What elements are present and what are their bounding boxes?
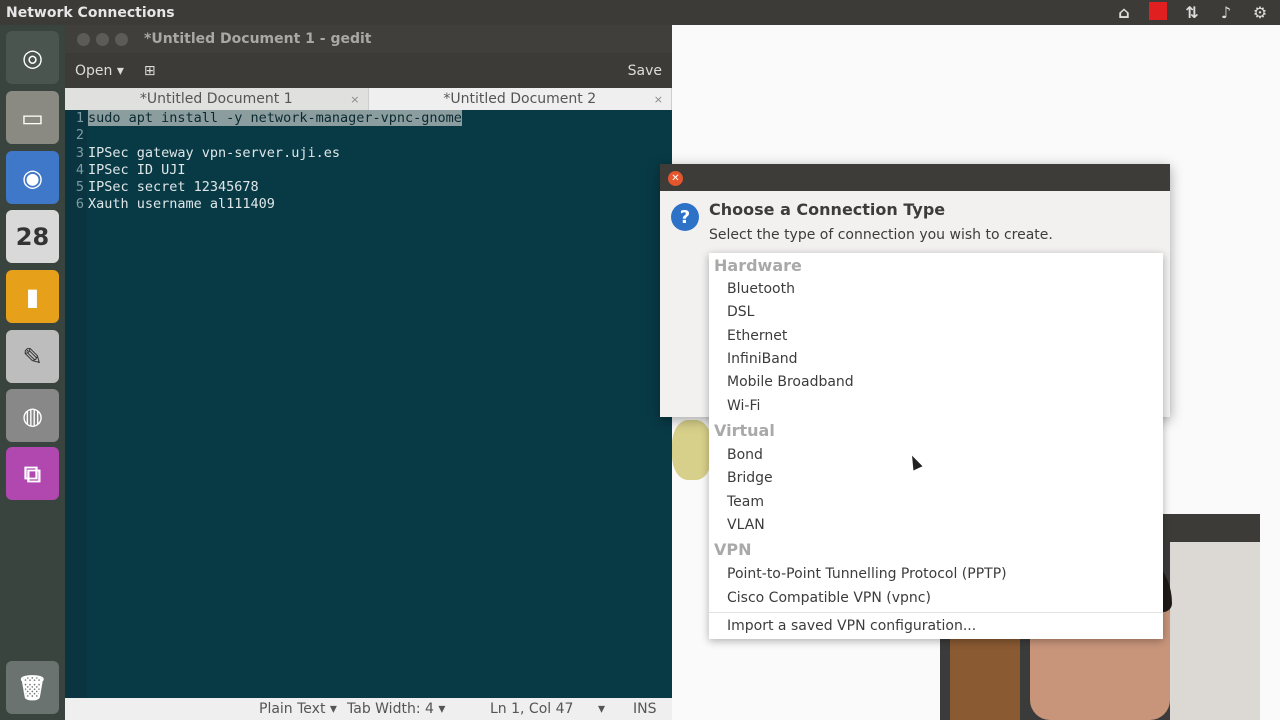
system-tray: ⌂ ⇅ ♪ ⚙	[1114, 0, 1280, 25]
dialog-heading: Choose a Connection Type	[709, 200, 946, 219]
line-number: 3	[75, 144, 84, 161]
menu-item-team[interactable]: Team	[727, 494, 764, 510]
gedit-toolbar: Open ▾ ⊞ Save	[65, 53, 672, 88]
cursor-position[interactable]: Ln 1, Col 47	[490, 701, 573, 717]
line-number: 5	[75, 179, 84, 196]
status-bar: Plain Text ▾ Tab Width: 4 ▾ Ln 1, Col 47…	[65, 698, 672, 720]
menu-item-bond[interactable]: Bond	[727, 447, 763, 463]
gedit-window: *Untitled Document 1 - gedit Open ▾ ⊞ Sa…	[65, 25, 672, 720]
tab-document-2[interactable]: *Untitled Document 2 ×	[369, 88, 672, 110]
menu-item-import-vpn[interactable]: Import a saved VPN configuration...	[727, 618, 976, 634]
connection-type-menu: Hardware Bluetooth DSL Ethernet InfiniBa…	[709, 253, 1163, 639]
line-number: 6	[75, 196, 84, 213]
code-line[interactable]: IPSec gateway vpn-server.uji.es	[88, 145, 462, 162]
tab-document-1[interactable]: *Untitled Document 1 ×	[65, 88, 369, 110]
launcher: ◎ ▭ ◉ 28 ▮ ✎ ◍ ⧉ 🗑	[0, 25, 65, 720]
code-area[interactable]: sudo apt install -y network-manager-vpnc…	[88, 110, 462, 214]
gear-icon[interactable]: ⚙	[1250, 3, 1270, 22]
menu-item-mobile-broadband[interactable]: Mobile Broadband	[727, 374, 854, 390]
gedit-titlebar: *Untitled Document 1 - gedit	[65, 25, 672, 53]
wallpaper-decoration	[672, 420, 712, 480]
menu-item-pptp[interactable]: Point-to-Point Tunnelling Protocol (PPTP…	[727, 566, 1007, 582]
text-editor[interactable]: 1 2 3 4 5 6 sudo apt install -y network-…	[65, 110, 672, 698]
network-connections-icon[interactable]: ⧉	[6, 447, 59, 500]
line-number: 4	[75, 161, 84, 178]
code-line[interactable]: IPSec secret 12345678	[88, 179, 462, 196]
code-line[interactable]: sudo apt install -y network-manager-vpnc…	[88, 110, 462, 127]
volume-icon[interactable]: ♪	[1216, 3, 1236, 22]
trash-icon[interactable]: 🗑	[6, 661, 59, 714]
notes-icon[interactable]: ▮	[6, 270, 59, 323]
line-number: 1	[75, 110, 84, 126]
chromium-icon[interactable]: ◉	[6, 151, 59, 204]
close-icon[interactable]: ×	[350, 93, 359, 106]
ubuntu-dash-icon[interactable]: ◎	[6, 31, 59, 84]
dialog-titlebar: ✕	[660, 164, 1170, 191]
menu-header-vpn: VPN	[714, 540, 752, 559]
window-title: Network Connections	[6, 4, 175, 21]
menu-item-vlan[interactable]: VLAN	[727, 517, 765, 533]
menu-header-hardware: Hardware	[714, 256, 802, 275]
chevron-down-icon: ▾	[116, 62, 124, 79]
close-icon[interactable]: ×	[654, 93, 663, 106]
transfer-icon[interactable]: ⇅	[1182, 3, 1202, 22]
tab-label: *Untitled Document 2	[443, 91, 597, 107]
dialog-subtitle: Select the type of connection you wish t…	[709, 227, 1053, 243]
top-panel: Network Connections ⌂ ⇅ ♪ ⚙	[0, 0, 1280, 25]
gedit-title: *Untitled Document 1 - gedit	[144, 31, 372, 47]
open-button[interactable]: Open ▾	[75, 63, 124, 79]
menu-item-bluetooth[interactable]: Bluetooth	[727, 281, 795, 297]
menu-item-bridge[interactable]: Bridge	[727, 470, 773, 486]
close-icon[interactable]: ✕	[668, 171, 683, 186]
menu-item-vpnc[interactable]: Cisco Compatible VPN (vpnc)	[727, 590, 931, 606]
menu-separator	[709, 612, 1163, 613]
chevron-down-icon[interactable]: ▾	[598, 701, 605, 717]
tab-bar: *Untitled Document 1 × *Untitled Documen…	[65, 88, 672, 110]
maximize-icon[interactable]	[115, 32, 128, 46]
tab-width-selector[interactable]: Tab Width: 4 ▾	[347, 701, 445, 717]
files-icon[interactable]: ▭	[6, 91, 59, 144]
tab-label: *Untitled Document 1	[139, 91, 293, 107]
language-selector[interactable]: Plain Text ▾	[259, 701, 337, 717]
save-button[interactable]: Save	[628, 63, 662, 79]
text-editor-icon[interactable]: ✎	[6, 330, 59, 383]
network-icon[interactable]: ⌂	[1114, 3, 1134, 22]
line-number: 2	[75, 127, 84, 144]
pin-icon[interactable]: ⊞	[144, 63, 156, 79]
line-numbers: 1 2 3 4 5 6	[65, 110, 87, 698]
record-icon[interactable]	[1148, 1, 1168, 24]
menu-header-virtual: Virtual	[714, 421, 775, 440]
code-line[interactable]: Xauth username al111409	[88, 196, 462, 213]
insert-mode: INS	[633, 701, 657, 717]
close-icon[interactable]	[77, 32, 90, 46]
code-line[interactable]	[88, 127, 462, 144]
menu-item-wifi[interactable]: Wi-Fi	[727, 398, 760, 414]
minimize-icon[interactable]	[96, 32, 109, 46]
question-icon: ?	[671, 203, 699, 231]
selected-text[interactable]: sudo apt install -y network-manager-vpnc…	[88, 110, 462, 126]
menu-item-dsl[interactable]: DSL	[727, 304, 754, 320]
calendar-icon[interactable]: 28	[6, 210, 59, 263]
menu-item-ethernet[interactable]: Ethernet	[727, 328, 787, 344]
menu-item-infiniband[interactable]: InfiniBand	[727, 351, 798, 367]
webcam-background	[1170, 542, 1260, 720]
code-line[interactable]: IPSec ID UJI	[88, 162, 462, 179]
webcam-icon[interactable]: ◍	[6, 389, 59, 442]
